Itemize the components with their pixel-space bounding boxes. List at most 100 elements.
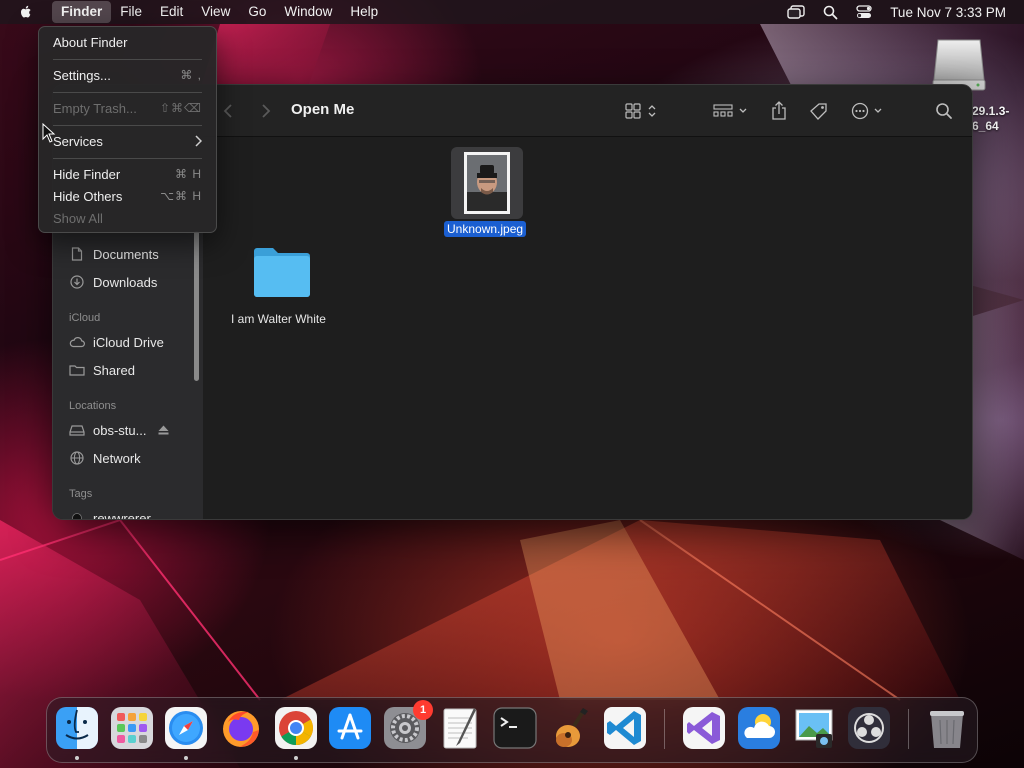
weather-icon[interactable] bbox=[737, 706, 781, 750]
download-icon bbox=[69, 274, 85, 290]
file-name-label[interactable]: Unknown.jpeg bbox=[444, 221, 527, 237]
sidebar-scrollbar[interactable] bbox=[194, 231, 199, 381]
menu-item-about-finder[interactable]: About Finder bbox=[53, 32, 202, 52]
search-button[interactable] bbox=[935, 99, 953, 123]
folder-name-label[interactable]: I am Walter White bbox=[231, 312, 326, 326]
visual-studio-icon[interactable] bbox=[682, 706, 726, 750]
menu-help[interactable]: Help bbox=[341, 1, 387, 23]
menu-window[interactable]: Window bbox=[275, 1, 341, 23]
menu-item-hide-finder[interactable]: Hide Finder ⌘ H bbox=[53, 164, 202, 184]
finder-toolbar: Open Me bbox=[203, 85, 972, 137]
document-icon bbox=[69, 246, 85, 262]
shared-folder-icon bbox=[69, 362, 85, 378]
safari-icon[interactable] bbox=[164, 706, 208, 750]
menu-bar: Finder File Edit View Go Window Help Tue… bbox=[0, 0, 1024, 24]
finder-app-menu: About Finder Settings... ⌘ , Empty Trash… bbox=[38, 26, 217, 233]
firefox-icon[interactable] bbox=[219, 706, 263, 750]
sidebar-item-label: Shared bbox=[93, 362, 135, 378]
app-store-icon[interactable] bbox=[328, 706, 372, 750]
terminal-icon[interactable] bbox=[493, 706, 537, 750]
menu-finder[interactable]: Finder bbox=[52, 1, 112, 23]
icon-grid-view-icon bbox=[625, 103, 656, 119]
menu-separator bbox=[53, 158, 202, 159]
shortcut-label: ⌘ H bbox=[175, 167, 202, 181]
globe-icon bbox=[69, 450, 85, 466]
sidebar-item-label: obs-stu... bbox=[93, 422, 147, 438]
running-indicator bbox=[294, 756, 298, 760]
sidebar-item-label: rewwrerer bbox=[93, 510, 151, 520]
forward-button[interactable] bbox=[261, 99, 271, 123]
search-icon bbox=[936, 103, 952, 119]
menu-item-show-all: Show All bbox=[53, 210, 103, 226]
sidebar-item-icloud-drive[interactable]: iCloud Drive bbox=[69, 331, 164, 353]
spotlight-search-icon[interactable] bbox=[823, 5, 838, 20]
tags-button[interactable] bbox=[809, 99, 829, 123]
finder-content-area[interactable] bbox=[203, 137, 972, 519]
sidebar-item-tag[interactable]: rewwrerer bbox=[69, 507, 151, 520]
garageband-icon[interactable] bbox=[548, 706, 592, 750]
vscode-icon[interactable] bbox=[603, 706, 647, 750]
volume-label[interactable]: 29.1.3-6_64 bbox=[972, 104, 1024, 134]
menu-file[interactable]: File bbox=[111, 1, 151, 23]
sidebar-item-downloads[interactable]: Downloads bbox=[69, 271, 157, 293]
cloud-icon bbox=[69, 334, 85, 350]
launchpad-icon[interactable] bbox=[110, 706, 154, 750]
group-button[interactable] bbox=[713, 99, 749, 123]
sidebar-section-icloud: iCloud bbox=[69, 312, 101, 324]
dock-divider bbox=[908, 709, 909, 749]
menu-separator bbox=[53, 59, 202, 60]
share-button[interactable] bbox=[771, 99, 787, 123]
menu-item-hide-others[interactable]: Hide Others ⌥⌘ H bbox=[53, 186, 202, 206]
folder-icon[interactable] bbox=[251, 245, 313, 299]
menu-item-settings[interactable]: Settings... ⌘ , bbox=[53, 65, 202, 85]
menu-separator bbox=[53, 125, 202, 126]
menu-bar-clock[interactable]: Tue Nov 7 3:33 PM bbox=[890, 5, 1006, 20]
dock-divider bbox=[664, 709, 665, 749]
textedit-icon[interactable] bbox=[438, 706, 482, 750]
tag-dot-icon bbox=[69, 510, 85, 519]
menu-edit[interactable]: Edit bbox=[151, 1, 192, 23]
sidebar-section-locations: Locations bbox=[69, 400, 117, 412]
sidebar-section-tags: Tags bbox=[69, 488, 93, 500]
preview-icon[interactable] bbox=[792, 706, 836, 750]
notification-badge: 1 bbox=[413, 700, 433, 720]
trash-icon[interactable] bbox=[925, 706, 969, 750]
running-indicator bbox=[184, 756, 188, 760]
control-center-icon[interactable] bbox=[856, 5, 872, 19]
sidebar-item-documents[interactable]: Documents bbox=[69, 243, 159, 265]
finder-icon[interactable] bbox=[55, 706, 99, 750]
sidebar-item-label: Network bbox=[93, 450, 141, 466]
sidebar-item-network[interactable]: Network bbox=[69, 447, 141, 469]
ellipsis-circle-icon bbox=[851, 102, 882, 120]
sidebar-item-label: iCloud Drive bbox=[93, 334, 164, 350]
apple-logo-icon[interactable] bbox=[18, 4, 34, 20]
view-mode-button[interactable] bbox=[625, 99, 659, 123]
mouse-cursor-icon bbox=[42, 123, 56, 143]
sidebar-item-shared[interactable]: Shared bbox=[69, 359, 135, 381]
running-indicator bbox=[75, 756, 79, 760]
shortcut-label: ⌘ , bbox=[180, 68, 202, 82]
menu-item-services[interactable]: Services bbox=[53, 131, 202, 151]
window-title: Open Me bbox=[291, 101, 355, 118]
group-by-icon bbox=[713, 104, 747, 117]
back-button[interactable] bbox=[223, 99, 233, 123]
eject-icon[interactable] bbox=[158, 423, 169, 438]
chevron-right-icon bbox=[262, 104, 271, 118]
shortcut-label: ⇧⌘⌫ bbox=[159, 101, 202, 115]
menu-item-empty-trash: Empty Trash... ⇧⌘⌫ bbox=[53, 100, 202, 116]
sidebar-item-obs-studio[interactable]: obs-stu... bbox=[69, 419, 169, 441]
chevron-right-icon bbox=[195, 135, 202, 147]
shortcut-label: ⌥⌘ H bbox=[160, 189, 202, 203]
chevron-left-icon bbox=[223, 104, 232, 118]
more-actions-button[interactable] bbox=[851, 99, 887, 123]
image-thumbnail[interactable] bbox=[464, 152, 510, 214]
chrome-icon[interactable] bbox=[274, 706, 318, 750]
sidebar-item-label: Downloads bbox=[93, 274, 158, 290]
obs-icon[interactable] bbox=[847, 706, 891, 750]
menu-view[interactable]: View bbox=[192, 1, 239, 23]
stage-manager-icon[interactable] bbox=[787, 5, 805, 19]
sidebar-item-label: Documents bbox=[93, 246, 159, 262]
share-icon bbox=[772, 101, 786, 120]
menu-go[interactable]: Go bbox=[239, 1, 275, 23]
menu-separator bbox=[53, 92, 202, 93]
